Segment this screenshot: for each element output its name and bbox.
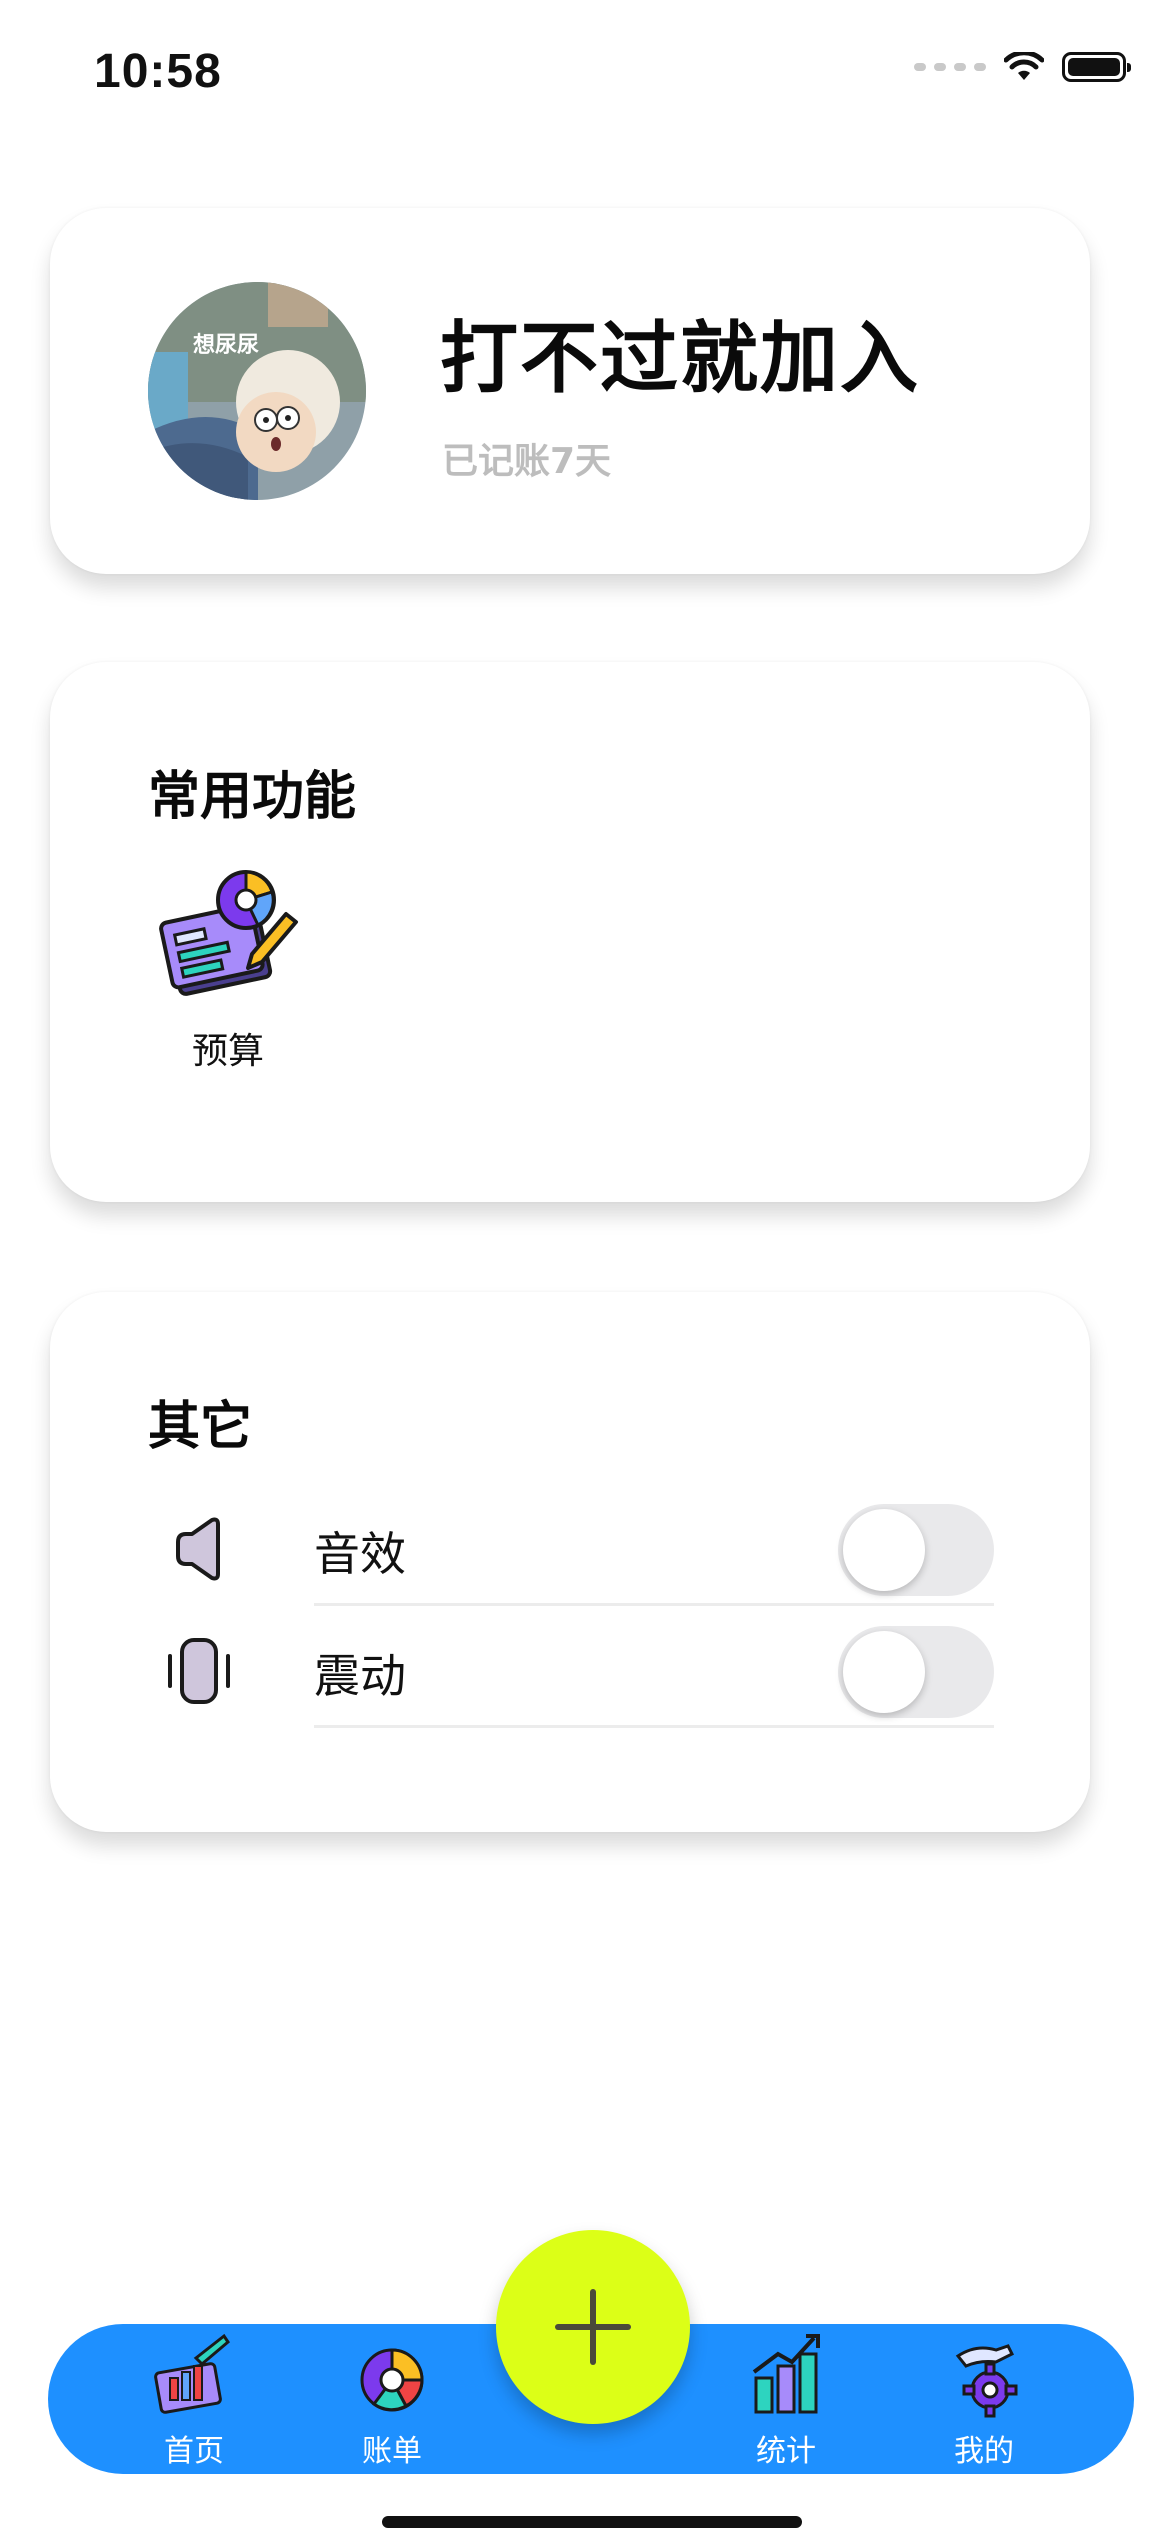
cellular-signal-icon <box>914 63 986 71</box>
profile-card[interactable]: 想尿尿 打不过就加入 已记账7天 <box>50 208 1090 574</box>
pie-chart-icon <box>360 2348 424 2412</box>
other-settings-card: 其它 音效 震动 <box>50 1292 1090 1832</box>
vibration-icon <box>168 1638 230 1704</box>
setting-label-vibration: 震动 <box>314 1649 406 1703</box>
setting-row-vibration: 震动 <box>146 1610 994 1730</box>
add-record-button[interactable] <box>496 2230 690 2424</box>
budget-item[interactable]: 预算 <box>148 862 308 1074</box>
tab-bills[interactable]: 账单 <box>322 2328 462 2470</box>
tab-home[interactable]: 首页 <box>124 2328 264 2470</box>
tab-statistics[interactable]: 统计 <box>716 2328 856 2470</box>
divider <box>314 1725 994 1728</box>
avatar-caption: 想尿尿 <box>193 333 259 358</box>
divider <box>314 1603 994 1606</box>
setting-label-sound: 音效 <box>314 1527 406 1581</box>
plus-icon <box>555 2289 631 2365</box>
status-bar: 10:58 <box>0 0 1170 140</box>
wifi-icon <box>1004 52 1044 80</box>
section-title: 常用功能 <box>148 767 357 827</box>
section-title: 其它 <box>148 1397 253 1457</box>
days-recorded: 已记账7天 <box>442 441 612 482</box>
home-indicator <box>382 2516 802 2528</box>
toggle-knob <box>843 1509 925 1591</box>
tab-label: 统计 <box>756 2434 816 2469</box>
speaker-icon <box>176 1517 220 1581</box>
sound-toggle[interactable] <box>838 1504 994 1596</box>
budget-label: 预算 <box>191 1031 264 1072</box>
battery-icon <box>1062 52 1131 82</box>
tab-label: 我的 <box>954 2434 1014 2469</box>
toggle-knob <box>843 1631 925 1713</box>
home-chart-icon <box>154 2333 230 2414</box>
vibration-toggle[interactable] <box>838 1626 994 1718</box>
tab-profile[interactable]: 我的 <box>914 2328 1054 2470</box>
gear-hand-icon <box>955 2344 1018 2418</box>
username: 打不过就加入 <box>440 314 921 404</box>
status-time: 10:58 <box>94 45 222 98</box>
status-icons <box>914 52 1131 82</box>
budget-icon <box>159 870 298 996</box>
bar-chart-icon <box>752 2334 820 2414</box>
setting-row-sound: 音效 <box>146 1488 994 1608</box>
tab-label: 首页 <box>164 2434 224 2469</box>
common-functions-card: 常用功能 预算 <box>50 662 1090 1202</box>
avatar[interactable]: 想尿尿 <box>148 282 366 500</box>
tab-label: 账单 <box>362 2434 422 2469</box>
